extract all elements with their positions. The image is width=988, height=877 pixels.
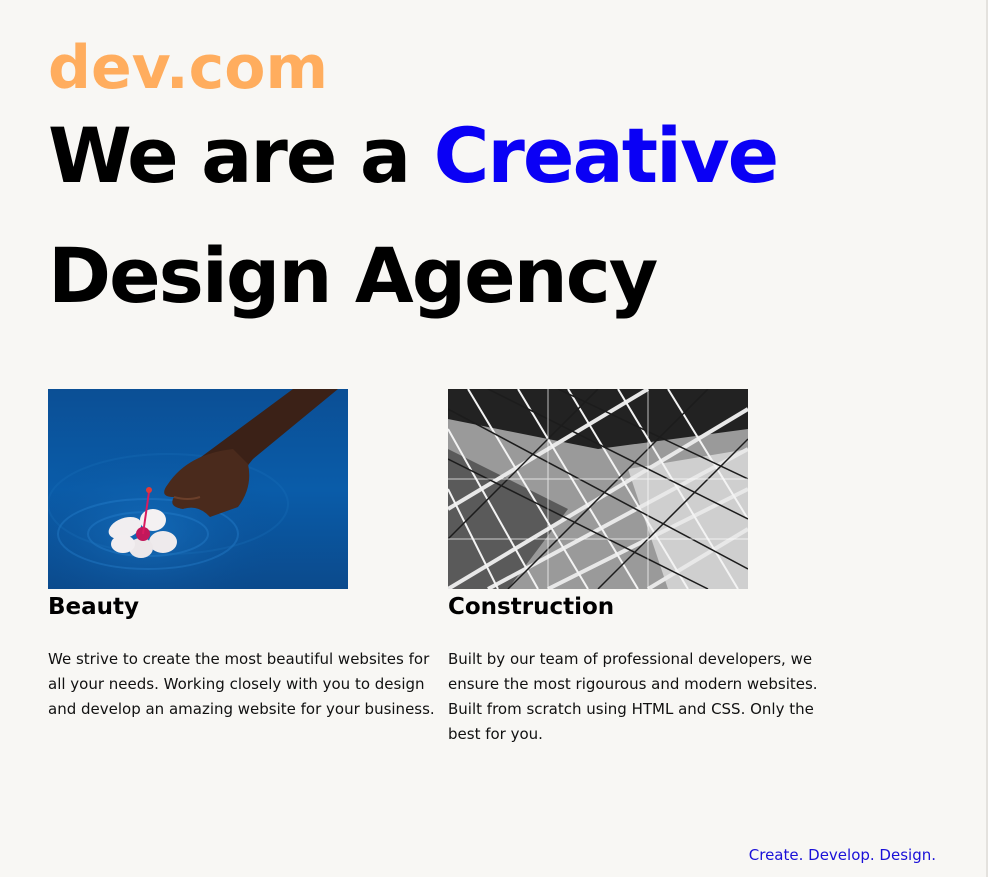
hero-headline-line1: We are a Creative <box>48 106 780 206</box>
steel-structure-photo <box>448 389 748 589</box>
service-card-construction: Construction Built by our team of profes… <box>448 389 848 747</box>
hero-headline-prefix: We are a <box>48 111 434 200</box>
hero-headline-line2: Design Agency <box>48 231 658 320</box>
service-card-beauty: Beauty We strive to create the most beau… <box>48 389 448 722</box>
service-description-beauty: We strive to create the most beautiful w… <box>48 650 435 718</box>
hero-headline-highlight: Creative <box>433 111 780 200</box>
footer-tagline: Create. Develop. Design. <box>748 846 936 864</box>
site-logo[interactable]: dev.com <box>48 30 328 106</box>
hand-flower-water-photo <box>48 389 348 589</box>
service-title-construction: Construction <box>448 594 615 620</box>
service-description-construction: Built by our team of professional develo… <box>448 650 818 743</box>
service-title-beauty: Beauty <box>48 594 140 620</box>
